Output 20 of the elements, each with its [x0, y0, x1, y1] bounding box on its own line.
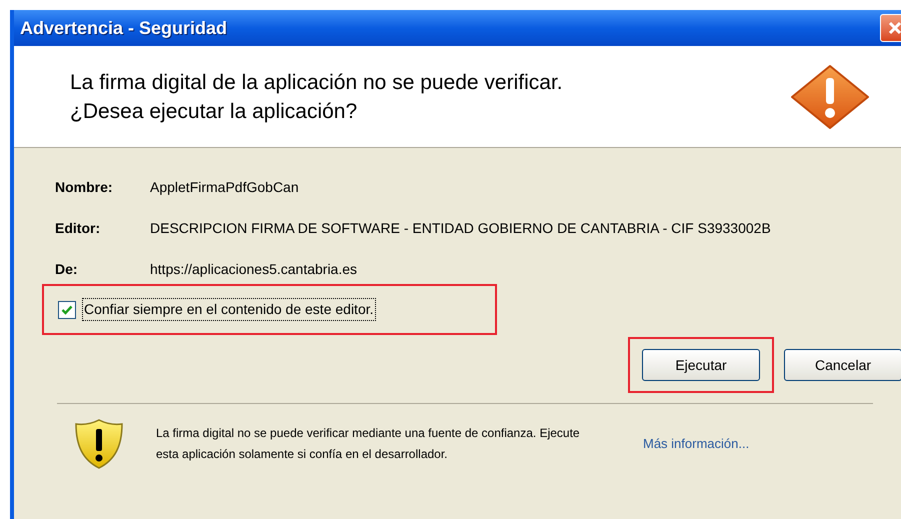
checkbox-label[interactable]: Confiar siempre en el contenido de este editor. [82, 298, 376, 321]
close-button[interactable] [880, 14, 901, 42]
detail-label: Editor: [55, 219, 102, 238]
header-message: ¿Desea ejecutar la aplicación? [70, 98, 358, 124]
footer-message: La firma digital no se puede verificar mediante una fuente de confianza. Ejecute esta aplicación solamente si confía en el desarrollador. [156, 425, 581, 463]
window-title: Advertencia - Seguridad [20, 16, 228, 40]
dialog-button[interactable]: Ejecutar [642, 349, 760, 381]
checkbox[interactable] [58, 300, 76, 318]
detail-value: AppletFirmaPdfGobCan [150, 178, 299, 197]
detail-value: https://aplicaciones5.cantabria.es [150, 260, 358, 279]
header-message: La firma digital de la aplicación no se puede verificar. [70, 70, 564, 96]
dialog-button[interactable]: Cancelar [784, 349, 901, 381]
warning-diamond-icon [790, 64, 870, 130]
close-icon [888, 21, 901, 35]
more-info-link[interactable]: Más información... [643, 434, 750, 454]
check-icon [61, 304, 73, 316]
detail-label: Nombre: [55, 178, 114, 197]
detail-value: DESCRIPCION FIRMA DE SOFTWARE - ENTIDAD GOBIERNO DE CANTABRIA - CIF S3933002B [150, 219, 771, 238]
warning-shield-icon [73, 418, 125, 470]
detail-label: De: [55, 260, 79, 279]
